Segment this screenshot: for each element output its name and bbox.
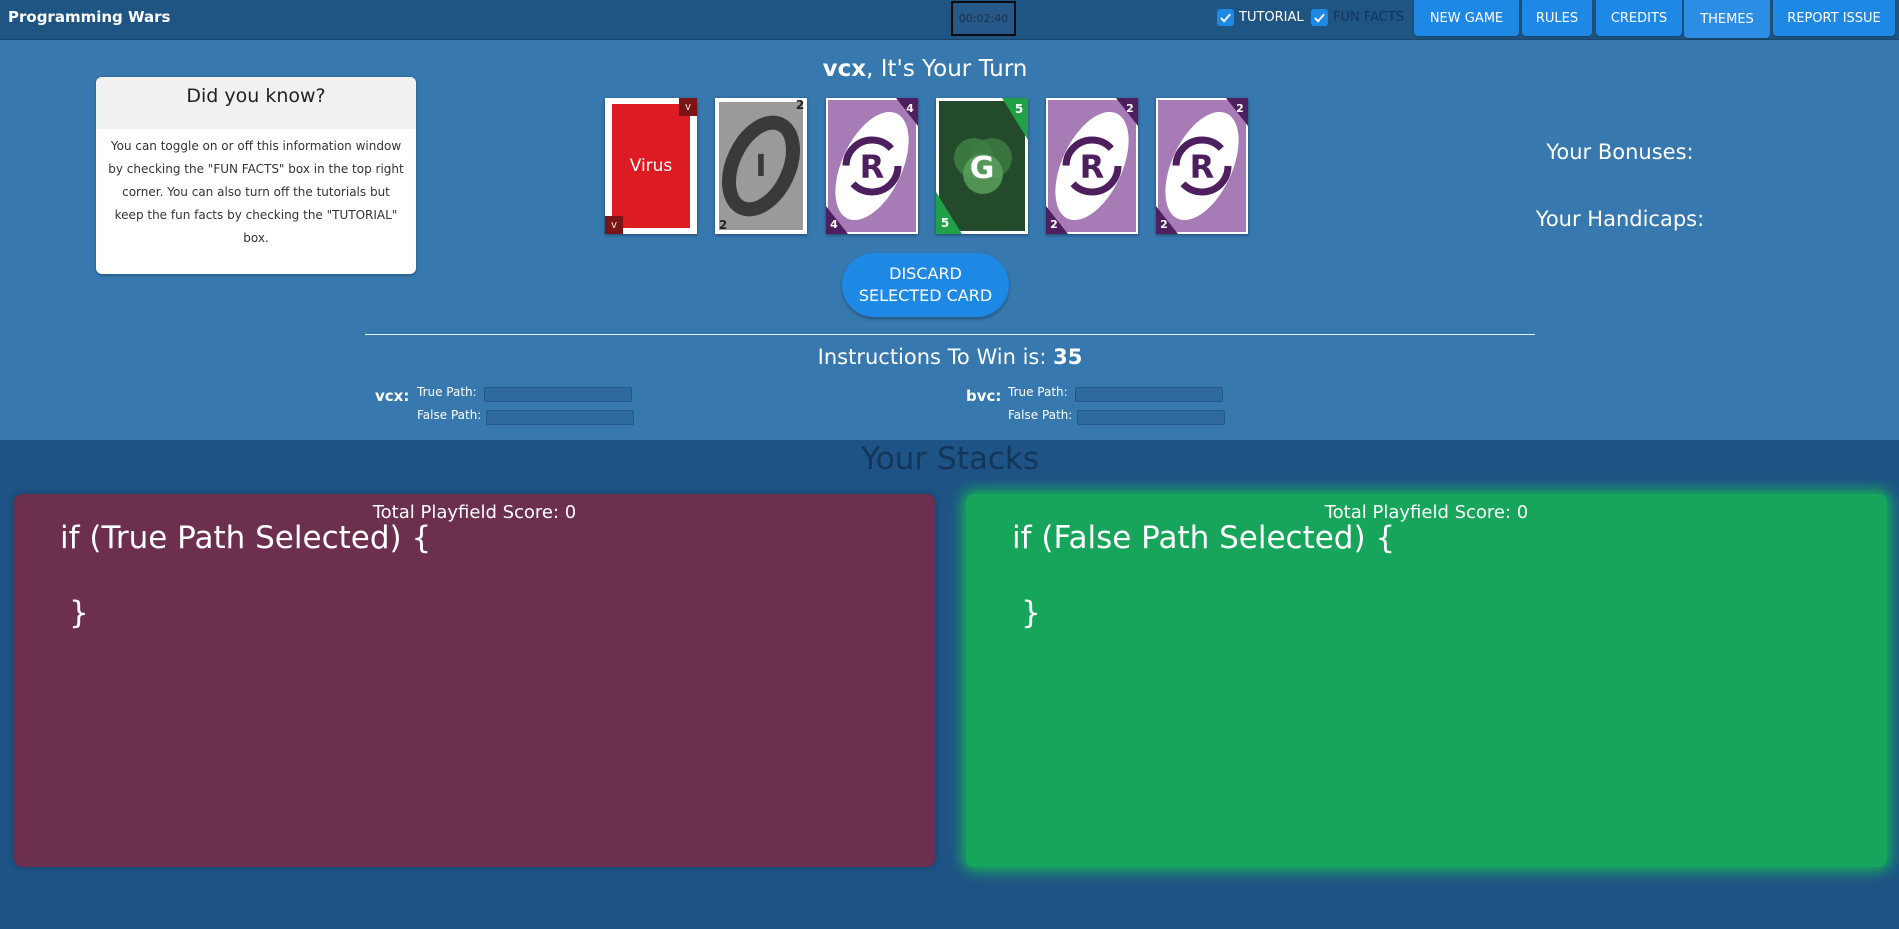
card-value: 5 (941, 216, 949, 230)
checkmark-icon (1311, 9, 1328, 26)
stack-code-open: if (True Path Selected) { (60, 520, 432, 556)
false-path-progress-bar (486, 410, 634, 425)
true-path-stack[interactable]: Total Playfield Score: 0 if (True Path S… (14, 494, 935, 867)
false-path-label: False Path: (417, 408, 482, 422)
card-value: 4 (906, 102, 914, 115)
opponent-progress: bvc: True Path: False Path: (966, 383, 1266, 427)
card-corner: V (685, 103, 691, 112)
card-letter: I (755, 149, 766, 184)
true-path-label: True Path: (417, 385, 477, 399)
current-player-name: vcx (822, 56, 867, 82)
top-navbar: Programming Wars 00:02:40 TUTORIAL FUN F… (0, 0, 1899, 40)
fun-facts-checkbox[interactable]: FUN FACTS (1311, 9, 1404, 26)
card-letter: R (1190, 148, 1215, 186)
card-value: 2 (1126, 102, 1134, 115)
divider (365, 334, 1535, 335)
stacks-title: Your Stacks (860, 441, 1039, 477)
bonuses-label: Your Bonuses: (1546, 140, 1694, 164)
discard-label-line2: SELECTED CARD (858, 286, 993, 305)
true-path-row: True Path: (417, 385, 632, 402)
tutorial-label: TUTORIAL (1239, 10, 1304, 25)
instructions-to-win: Instructions To Win is: 35 (700, 345, 1200, 369)
discard-label-line1: DISCARD (889, 264, 962, 283)
fun-facts-title: Did you know? (96, 77, 416, 129)
player-name: bvc: (966, 387, 1002, 405)
card-corner: V (611, 221, 617, 230)
hand-card-repeat[interactable]: R 4 4 (826, 98, 918, 234)
false-path-label: False Path: (1008, 408, 1073, 422)
stack-code-close: } (1021, 595, 1041, 631)
false-path-progress-bar (1077, 410, 1225, 425)
true-path-row: True Path: (1008, 385, 1223, 402)
card-value: 2 (796, 98, 804, 112)
card-value: 4 (830, 218, 838, 231)
true-path-progress-bar (1075, 387, 1223, 402)
card-value: 2 (1236, 102, 1244, 115)
card-label: Virus (630, 156, 673, 176)
hand-card-repeat[interactable]: R 2 2 (1156, 98, 1248, 234)
turn-suffix: , It's Your Turn (866, 56, 1028, 82)
hand-card-instruction[interactable]: I 2 2 (715, 98, 807, 234)
app-title: Programming Wars (8, 8, 171, 26)
themes-button[interactable]: THEMES (1684, 0, 1770, 38)
false-path-row: False Path: (1008, 408, 1225, 425)
stack-code-close: } (69, 595, 89, 631)
card-value: 5 (1015, 102, 1023, 116)
player-progress: vcx: True Path: False Path: (375, 383, 675, 427)
handicaps-label: Your Handicaps: (1535, 207, 1705, 231)
checkmark-icon (1217, 9, 1234, 26)
card-letter: R (1080, 148, 1105, 186)
hand-card-group[interactable]: G 5 5 (936, 98, 1028, 234)
hand-card-virus[interactable]: V V Virus (605, 98, 697, 234)
win-label: Instructions To Win is: (817, 345, 1054, 369)
player-name: vcx: (375, 387, 410, 405)
card-letter: G (970, 151, 995, 186)
report-issue-button[interactable]: REPORT ISSUE (1773, 0, 1895, 36)
discard-selected-card-button[interactable]: DISCARD SELECTED CARD (842, 253, 1009, 317)
turn-indicator: vcx, It's Your Turn (760, 56, 1090, 82)
rules-button[interactable]: RULES (1522, 0, 1592, 36)
card-value: 2 (719, 218, 727, 232)
card-letter: R (860, 148, 885, 186)
true-path-label: True Path: (1008, 385, 1068, 399)
game-timer: 00:02:40 (951, 1, 1016, 36)
stack-code-open: if (False Path Selected) { (1012, 520, 1396, 556)
fun-facts-label: FUN FACTS (1333, 10, 1405, 25)
hand-card-repeat[interactable]: R 2 2 (1046, 98, 1138, 234)
fun-facts-text: You can toggle on or off this informatio… (108, 139, 404, 245)
new-game-button[interactable]: NEW GAME (1414, 0, 1519, 36)
false-path-stack[interactable]: Total Playfield Score: 0 if (False Path … (966, 494, 1887, 867)
win-value: 35 (1053, 345, 1083, 369)
tutorial-checkbox[interactable]: TUTORIAL (1217, 9, 1304, 26)
fun-facts-panel: Did you know? You can toggle on or off t… (96, 77, 416, 274)
card-value: 2 (1160, 218, 1168, 231)
false-path-row: False Path: (417, 408, 634, 425)
true-path-progress-bar (484, 387, 632, 402)
card-value: 2 (1050, 218, 1058, 231)
credits-button[interactable]: CREDITS (1596, 0, 1682, 36)
